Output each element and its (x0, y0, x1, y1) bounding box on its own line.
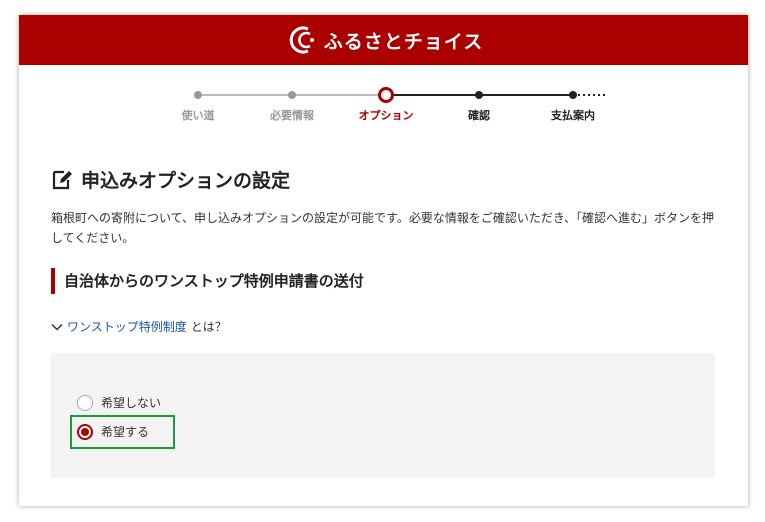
options-panel: 希望しない 希望する (51, 353, 715, 478)
option-no-request[interactable]: 希望しない (77, 394, 161, 411)
step-label-4: 確認 (468, 109, 490, 122)
page-title: 申込みオプションの設定 (81, 170, 291, 192)
step-dot-1 (194, 91, 202, 99)
step-label-2: 必要情報 (270, 109, 314, 122)
step-dot-2 (288, 91, 296, 99)
step-dot-4 (475, 91, 483, 99)
highlight-box (70, 415, 175, 449)
page-description: 箱根町への寄附について、申し込みオプションの設定が可能です。必要な情報をご確認い… (51, 211, 715, 245)
option-no-request-label: 希望しない (101, 396, 162, 410)
step-label-1: 使い道 (181, 109, 215, 122)
radio-no-request[interactable] (77, 394, 93, 411)
onestop-toggle[interactable]: ワンストップ特例制度 とは？ (51, 318, 227, 335)
onestop-suffix: とは？ (190, 320, 227, 334)
edit-icon (52, 170, 72, 189)
step-label-5: 支払案内 (551, 109, 595, 122)
step-dot-3-current (378, 87, 394, 103)
onestop-link[interactable]: ワンストップ特例制度 (67, 318, 187, 335)
section-title: 自治体からのワンストップ特例申請書の送付 (51, 268, 364, 294)
chevron-down-icon (51, 323, 63, 331)
step-label-3: オプション (358, 109, 414, 122)
step-dot-5 (569, 91, 577, 99)
page-title-row: 申込みオプションの設定 (51, 166, 290, 193)
